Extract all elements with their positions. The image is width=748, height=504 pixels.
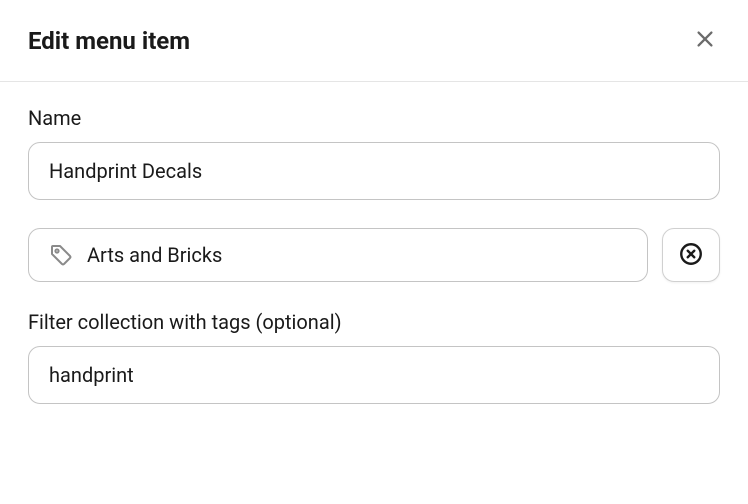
- collection-selector[interactable]: Arts and Bricks: [28, 228, 648, 282]
- tags-label: Filter collection with tags (optional): [28, 310, 720, 334]
- collection-value: Arts and Bricks: [87, 243, 222, 267]
- tags-field-group: Filter collection with tags (optional): [28, 310, 720, 404]
- modal-header: Edit menu item: [0, 0, 748, 82]
- modal-body: Name Arts and Bricks Filter coll: [0, 82, 748, 456]
- name-input[interactable]: [28, 142, 720, 200]
- circle-x-icon: [678, 241, 704, 270]
- collection-row: Arts and Bricks: [28, 228, 720, 282]
- name-field-group: Name: [28, 106, 720, 200]
- clear-collection-button[interactable]: [662, 228, 720, 282]
- close-button[interactable]: [690, 24, 720, 57]
- tag-icon: [49, 243, 73, 267]
- tags-input[interactable]: [28, 346, 720, 404]
- close-icon: [694, 28, 716, 53]
- modal-title: Edit menu item: [28, 27, 190, 55]
- name-label: Name: [28, 106, 720, 130]
